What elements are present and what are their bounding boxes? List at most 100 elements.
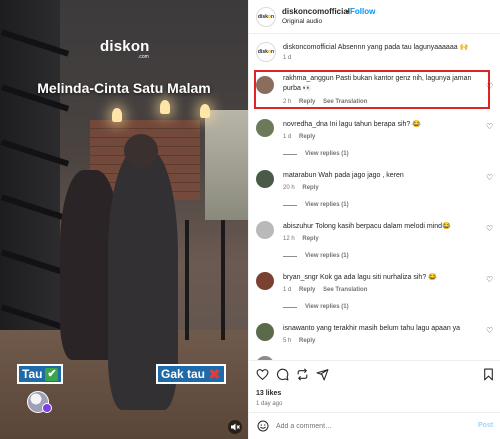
heart-icon[interactable]: ♡ — [486, 122, 493, 131]
view-replies-button[interactable]: View replies (1) — [283, 202, 349, 208]
poll-no-button[interactable]: Gak tau ✖ — [156, 364, 227, 384]
comment-time: 12 h — [283, 236, 295, 242]
comment-text: matarabun Wah pada jago jago , keren — [283, 171, 483, 181]
reply-button[interactable]: Reply — [299, 338, 315, 344]
comment-time: 20 h — [283, 185, 295, 191]
reply-button[interactable]: Reply — [302, 185, 318, 191]
comment-text: isnawanto yang terakhir masih belum tahu… — [283, 324, 483, 334]
separator-dot: • — [346, 7, 349, 16]
comment-body: Kok ga ada lagu siti nurhaliza sih? 😂 — [319, 274, 437, 281]
view-replies-label: View replies (1) — [305, 304, 349, 310]
comment-username[interactable]: rakhma_anggun — [283, 75, 334, 82]
comment-meta: 5 h Reply — [283, 338, 315, 344]
heart-icon[interactable]: ♡ — [486, 224, 493, 233]
repost-icon[interactable] — [296, 368, 309, 381]
caption: diskon diskoncomofficial Absennn yang pa… — [249, 34, 500, 68]
share-icon[interactable] — [316, 368, 329, 381]
view-replies-button[interactable]: View replies (1) — [283, 304, 349, 310]
comment-meta: 20 h Reply — [283, 185, 319, 191]
avatar[interactable] — [256, 119, 274, 137]
original-audio-link[interactable]: Original audio — [282, 18, 322, 25]
avatar[interactable] — [256, 221, 274, 239]
comment-text: rakhma_anggun Pasti bukan kantor genz ni… — [283, 74, 473, 94]
logo-text: diskon — [257, 14, 275, 20]
view-replies-label: View replies (1) — [305, 202, 349, 208]
comment-time: 1 d — [283, 134, 292, 140]
avatar[interactable]: diskon — [256, 7, 276, 27]
speaker-muted-icon[interactable] — [228, 420, 242, 434]
comment-icon[interactable] — [276, 368, 289, 381]
comment-text: novredha_dna Ini lagu tahun berapa sih? … — [283, 120, 483, 130]
see-translation-button[interactable]: See Translation — [323, 287, 367, 293]
poll-yes-label: Tau — [22, 367, 43, 381]
reply-button[interactable]: Reply — [302, 236, 318, 242]
comments-list[interactable]: diskon diskoncomofficial Absennn yang pa… — [249, 34, 500, 360]
cross-icon: ✖ — [208, 365, 221, 382]
heart-icon[interactable]: ♡ — [486, 82, 493, 91]
video-chair — [185, 220, 225, 340]
header-username[interactable]: diskoncomofficial — [282, 7, 350, 16]
comment-meta: 2 h Reply See Translation — [283, 99, 367, 105]
heart-icon[interactable]: ♡ — [486, 173, 493, 182]
bookmark-icon[interactable] — [482, 368, 495, 381]
comment-username[interactable]: abiszuhur — [283, 223, 313, 230]
comment-username[interactable]: matarabun — [283, 172, 316, 179]
heart-icon[interactable]: ♡ — [486, 275, 493, 284]
view-replies-button[interactable]: View replies (1) — [283, 253, 349, 259]
post-actions: 13 likes 1 day ago — [249, 360, 500, 412]
lamp-icon — [112, 108, 122, 122]
post-button[interactable]: Post — [478, 422, 493, 429]
comment-body: Wah pada jago jago , keren — [318, 172, 404, 179]
caption-text: diskoncomofficial Absennn yang pada tau … — [283, 44, 469, 51]
avatar[interactable] — [256, 76, 274, 94]
comment-body: Ini lagu tahun berapa sih? 😂 — [329, 121, 421, 128]
video-brand-logo: diskon — [100, 38, 150, 55]
comment-time: 5 h — [283, 338, 292, 344]
view-replies-button[interactable]: View replies (1) — [283, 151, 349, 157]
add-comment-bar: Post — [249, 412, 500, 439]
comment-meta: 12 h Reply — [283, 236, 319, 242]
comment-body: yang terakhir masih belum tahu lagu apaa… — [316, 325, 461, 332]
comment-body: Tolong kasih berpacu dalam melodi mind😂 — [315, 223, 451, 230]
video-window — [205, 110, 248, 220]
poll-no-label: Gak tau — [161, 367, 206, 381]
comment-text: bryan_sngr Kok ga ada lagu siti nurhaliz… — [283, 273, 483, 283]
view-replies-label: View replies (1) — [305, 151, 349, 157]
comment-username[interactable]: novredha_dna — [283, 121, 328, 128]
comment-time: 2 h — [283, 99, 292, 105]
badge-icon — [42, 403, 52, 413]
avatar[interactable]: diskon — [256, 42, 276, 62]
comment-username[interactable]: isnawanto — [283, 325, 315, 332]
likes-count[interactable]: 13 likes — [256, 390, 281, 397]
avatar[interactable] — [256, 272, 274, 290]
comment-time: 1 d — [283, 287, 292, 293]
see-translation-button[interactable]: See Translation — [323, 99, 367, 105]
post-side-panel: diskon diskoncomofficial • Follow Origin… — [248, 0, 500, 439]
reel-video[interactable]: diskon .com Melinda-Cinta Satu Malam Tau… — [0, 0, 248, 439]
follow-button[interactable]: Follow — [350, 7, 375, 16]
reply-button[interactable]: Reply — [299, 287, 315, 293]
comment-meta: 1 d Reply See Translation — [283, 287, 367, 293]
lamp-icon — [160, 100, 170, 114]
heart-icon[interactable] — [256, 368, 269, 381]
view-replies-label: View replies (1) — [305, 253, 349, 259]
logo-text: diskon — [257, 49, 275, 55]
video-song-title: Melinda-Cinta Satu Malam — [37, 80, 211, 96]
lamp-icon — [200, 104, 210, 118]
poll-yes-button[interactable]: Tau ✔ — [17, 364, 64, 384]
check-icon: ✔ — [45, 367, 59, 381]
emoji-icon[interactable] — [257, 420, 269, 432]
video-brand-suffix: .com — [138, 54, 149, 60]
avatar[interactable] — [256, 323, 274, 341]
heart-icon[interactable]: ♡ — [486, 326, 493, 335]
comment-meta: 1 d Reply — [283, 134, 315, 140]
comment-username[interactable]: bryan_sngr — [283, 274, 318, 281]
avatar[interactable] — [256, 170, 274, 188]
reply-button[interactable]: Reply — [299, 134, 315, 140]
post-header: diskon diskoncomofficial • Follow Origin… — [249, 0, 500, 34]
reply-button[interactable]: Reply — [299, 99, 315, 105]
post-date: 1 day ago — [256, 401, 283, 407]
caption-time: 1 d — [283, 55, 292, 61]
comment-input[interactable] — [276, 419, 456, 433]
comment-text: abiszuhur Tolong kasih berpacu dalam mel… — [283, 222, 483, 232]
